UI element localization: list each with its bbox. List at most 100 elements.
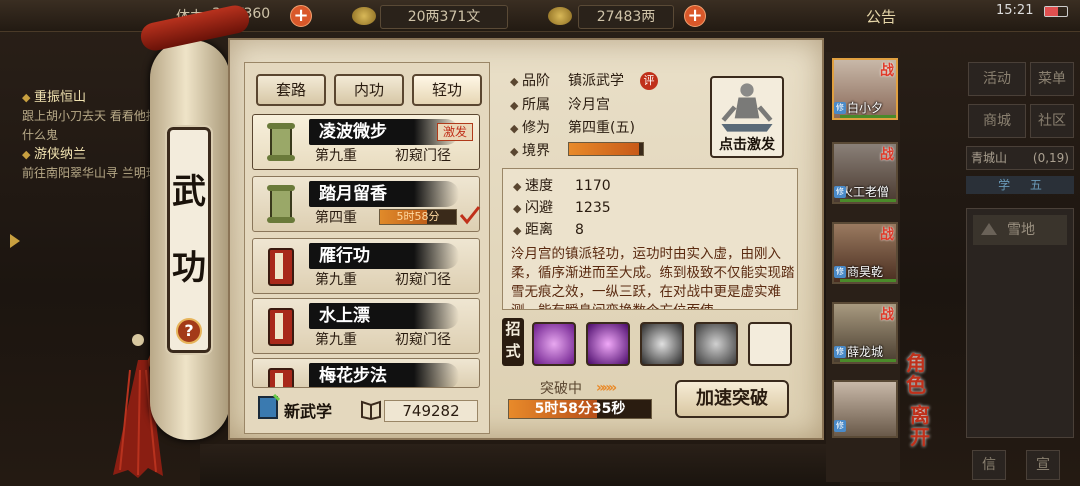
menu-button[interactable]: 菜单 [1030, 62, 1074, 96]
tab-routines[interactable]: 套路 [256, 74, 326, 106]
role-button[interactable]: 角色 [906, 352, 928, 396]
character-slot[interactable]: 战白小夕修 [832, 58, 898, 120]
quest-title[interactable]: 游侠纳兰 [22, 145, 162, 164]
character-slot[interactable]: 修 [832, 380, 898, 438]
review-badge[interactable]: 评 [640, 72, 658, 90]
new-skill-book-icon [258, 394, 280, 419]
shop-button[interactable]: 商城 [968, 104, 1026, 138]
breakthrough-progress: 5时58分35秒 [508, 399, 652, 419]
check-icon [459, 206, 481, 225]
skill-name: 水上漂 [309, 303, 459, 329]
leave-button[interactable]: 离开 [910, 404, 932, 448]
broadcast-button[interactable]: 宣 [1026, 450, 1060, 480]
cultivate-mark: 修 [834, 266, 846, 278]
battle-mark: 战 [880, 63, 894, 79]
map-panel: 雪地 [966, 208, 1074, 438]
quest-desc: 跟上胡小刀去天 看看他搞什么鬼 [22, 109, 158, 142]
stat-row: 距离 8 [513, 219, 693, 242]
cultivation-label: 修为 [510, 120, 550, 136]
add-stamina-button[interactable]: + [290, 5, 312, 27]
breakthrough-label: 突破中 [540, 381, 582, 397]
battery-icon [1044, 6, 1068, 17]
skill-item[interactable]: 梅花步法 [252, 358, 480, 388]
stat-value: 1235 [575, 200, 611, 216]
book-icon [268, 308, 294, 346]
quest-title[interactable]: 重振恒山 [22, 88, 162, 107]
quest-desc: 前往南阳翠华山寻 兰明珠 [22, 166, 158, 180]
gold-value: 27483两 [578, 5, 674, 29]
stats-box: 速度 1170 闪避 1235 距离 8 泠月宫的镇派轻功，运功时由实入虚，由刚入柔，… [502, 168, 798, 310]
battle-mark: 战 [880, 147, 894, 163]
scroll-icon [267, 123, 295, 161]
silver-value: 20两371文 [380, 5, 508, 29]
skill-level: 第四重 [315, 210, 357, 226]
realm-label: 境界 [510, 143, 550, 159]
activate-portrait-button[interactable]: 点击激发 [710, 76, 784, 158]
move-slot[interactable] [640, 322, 684, 366]
move-slot[interactable] [586, 322, 630, 366]
moves-label: 招式 [502, 318, 524, 366]
skill-description: 泠月宫的镇派轻功，运功时由实入虚，由刚入柔，循序渐进而至大成。练到极致不仅能实现… [511, 246, 795, 309]
character-slot[interactable]: 战薛龙城修 [832, 302, 898, 364]
grade-row: 品阶 镇派武学 评 [510, 70, 700, 93]
skill-level: 第九重 [315, 148, 357, 164]
announcement-button[interactable]: 公告 [866, 6, 896, 27]
map-tab[interactable]: 五 [1030, 178, 1042, 192]
stat-value: 1170 [575, 178, 611, 194]
skill-stage: 初窥门径 [395, 148, 451, 164]
new-skill-button[interactable]: 新武学 [284, 398, 332, 422]
sect-value: 泠月宫 [568, 97, 610, 113]
skill-item[interactable]: 雁行功 第九重 初窥门径 [252, 238, 480, 294]
add-gold-button[interactable]: + [684, 5, 706, 27]
community-button[interactable]: 社区 [1030, 104, 1074, 138]
progress-arrows-icon: »»» [596, 380, 617, 396]
character-slot[interactable]: 战商昊乾修 [832, 222, 898, 284]
move-slot[interactable] [532, 322, 576, 366]
stat-row: 速度 1170 [513, 175, 693, 198]
mail-button[interactable]: 信 [972, 450, 1006, 480]
cultivate-mark: 修 [834, 420, 846, 432]
realm-progress [568, 142, 644, 156]
map-tab[interactable]: 学 [998, 178, 1010, 192]
stat-row: 闪避 1235 [513, 197, 693, 220]
cultivate-mark: 修 [834, 102, 846, 114]
expand-arrow-icon[interactable] [10, 234, 20, 248]
sect-label: 所属 [510, 97, 550, 113]
stat-label: 距离 [513, 222, 553, 238]
scroll-icon [267, 185, 295, 223]
skill-item[interactable]: 水上漂 第九重 初窥门径 [252, 298, 480, 354]
skill-item[interactable]: 踏月留香 第四重 5时58分 [252, 176, 481, 232]
location-coords: (0,19) [1032, 151, 1069, 165]
skill-level: 第九重 [315, 332, 357, 348]
location-bar: 青城山 (0,19) [966, 146, 1074, 170]
tab-inner-skill[interactable]: 内功 [334, 74, 404, 106]
terrain-icon [981, 223, 997, 235]
clock: 15:21 [996, 3, 1034, 18]
move-slot[interactable] [694, 322, 738, 366]
cultivate-mark: 修 [834, 186, 846, 198]
character-slot[interactable]: 战火工老僧修 [832, 142, 898, 204]
skill-item[interactable]: 凌波微步 激发 第九重 初窥门径 [252, 114, 480, 170]
activity-button[interactable]: 活动 [968, 62, 1026, 96]
breakthrough-time: 5时58分35秒 [534, 401, 626, 417]
skill-level: 第九重 [315, 272, 357, 288]
stat-value: 8 [575, 222, 584, 238]
move-slot-empty[interactable] [748, 322, 792, 366]
help-button[interactable]: ? [176, 318, 202, 344]
quest-list: 重振恒山 跟上胡小刀去天 看看他搞什么鬼 游侠纳兰 前往南阳翠华山寻 兰明珠 [22, 88, 162, 183]
book-icon [268, 248, 294, 286]
tab-lightness[interactable]: 轻功 [412, 74, 482, 106]
location-name: 青城山 [971, 151, 1008, 165]
sect-row: 所属 泠月宫 [510, 94, 700, 117]
speed-up-button[interactable]: 加速突破 [675, 380, 789, 418]
cultivation-value: 第四重(五) [568, 120, 635, 136]
cultivate-mark: 修 [834, 346, 846, 358]
stat-label: 闪避 [513, 200, 553, 216]
meditating-figure-icon [721, 83, 773, 132]
realm-row: 境界 [510, 140, 570, 163]
map-tabs[interactable]: 学 五 [966, 176, 1074, 194]
portrait-caption: 点击激发 [719, 137, 775, 153]
training-timer: 5时58分 [379, 209, 457, 225]
skill-name: 梅花步法 [309, 363, 459, 387]
grade-label: 品阶 [510, 73, 550, 89]
